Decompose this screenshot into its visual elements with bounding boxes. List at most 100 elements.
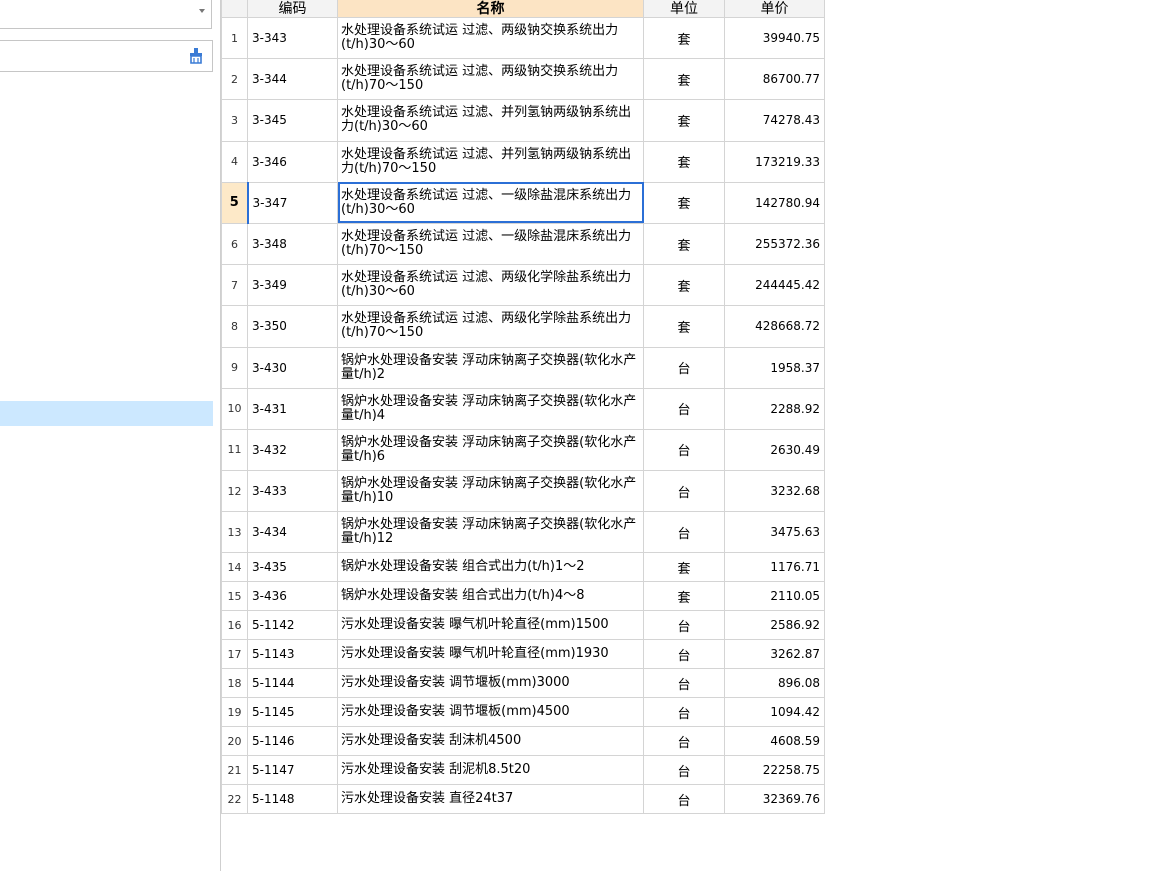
- table-row[interactable]: 6 3-348 水处理设备系统试运 过滤、一级除盐混床系统出力(t/h)70～150…: [221, 222, 825, 266]
- row-price[interactable]: 3232.68: [724, 470, 825, 513]
- table-row[interactable]: 3 3-345 水处理设备系统试运 过滤、并列氢钠两级钠系统出力(t/h)30～60…: [221, 99, 825, 142]
- row-name[interactable]: 水处理设备系统试运 过滤、并列氢钠两级钠系统出力(t/h)70～150: [337, 140, 644, 183]
- row-unit[interactable]: 台: [643, 428, 725, 472]
- table-row[interactable]: 5 3-347 水处理设备系统试运 过滤、一级除盐混床系统出力(t/h)30～60 套…: [221, 181, 825, 224]
- row-price[interactable]: 428668.72: [724, 305, 825, 348]
- row-price[interactable]: 1094.42: [724, 697, 825, 728]
- row-price[interactable]: 1176.71: [724, 552, 825, 583]
- row-unit[interactable]: 台: [643, 697, 725, 728]
- row-unit[interactable]: 套: [643, 16, 725, 60]
- row-price[interactable]: 255372.36: [724, 222, 825, 266]
- row-name[interactable]: 锅炉水处理设备安装 浮动床钠离子交换器(软化水产量t/h)10: [337, 470, 644, 513]
- row-unit[interactable]: 套: [643, 264, 725, 307]
- row-price[interactable]: 2110.05: [724, 581, 825, 612]
- table-row[interactable]: 10 3-431 锅炉水处理设备安装 浮动床钠离子交换器(软化水产量t/h)4 台 22…: [221, 387, 825, 430]
- row-code[interactable]: 3-346: [247, 140, 338, 183]
- row-code[interactable]: 3-436: [247, 581, 338, 612]
- row-name[interactable]: 污水处理设备安装 曝气机叶轮直径(mm)1930: [337, 639, 644, 670]
- row-code[interactable]: 5-1143: [247, 639, 338, 670]
- row-unit[interactable]: 台: [643, 610, 725, 641]
- row-unit[interactable]: 台: [643, 387, 725, 430]
- row-code[interactable]: 3-431: [247, 387, 338, 430]
- row-name[interactable]: 水处理设备系统试运 过滤、一级除盐混床系统出力(t/h)70～150: [337, 222, 644, 266]
- row-price[interactable]: 896.08: [724, 668, 825, 699]
- row-unit[interactable]: 台: [643, 511, 725, 554]
- table-row[interactable]: 18 5-1144 污水处理设备安装 调节堰板(mm)3000 台 896.08: [221, 668, 825, 699]
- row-unit[interactable]: 套: [643, 99, 725, 142]
- row-unit[interactable]: 套: [643, 181, 725, 224]
- table-row[interactable]: 13 3-434 锅炉水处理设备安装 浮动床钠离子交换器(软化水产量t/h)12 台 3…: [221, 511, 825, 554]
- row-name[interactable]: 水处理设备系统试运 过滤、并列氢钠两级钠系统出力(t/h)30～60: [337, 99, 644, 142]
- row-name[interactable]: 锅炉水处理设备安装 浮动床钠离子交换器(软化水产量t/h)2: [337, 346, 644, 389]
- table-row[interactable]: 19 5-1145 污水处理设备安装 调节堰板(mm)4500 台 1094.42: [221, 697, 825, 728]
- tree-item-selected[interactable]: [0, 401, 213, 426]
- row-code[interactable]: 3-433: [247, 470, 338, 513]
- header-price[interactable]: 单价: [724, 0, 825, 18]
- table-row[interactable]: 1 3-343 水处理设备系统试运 过滤、两级钠交换系统出力(t/h)30～60 套 3…: [221, 16, 825, 60]
- row-price[interactable]: 2630.49: [724, 428, 825, 472]
- row-name[interactable]: 锅炉水处理设备安装 浮动床钠离子交换器(软化水产量t/h)6: [337, 428, 644, 472]
- row-code[interactable]: 3-435: [247, 552, 338, 583]
- row-name[interactable]: 水处理设备系统试运 过滤、两级钠交换系统出力(t/h)70～150: [337, 58, 644, 101]
- row-unit[interactable]: 台: [643, 755, 725, 786]
- row-code[interactable]: 5-1148: [247, 784, 338, 815]
- row-code[interactable]: 3-347: [246, 181, 338, 224]
- row-unit[interactable]: 套: [643, 552, 725, 583]
- table-row[interactable]: 16 5-1142 污水处理设备安装 曝气机叶轮直径(mm)1500 台 2586.92: [221, 610, 825, 641]
- table-row[interactable]: 22 5-1148 污水处理设备安装 直径24t37 台 32369.76: [221, 784, 825, 815]
- clear-search-button[interactable]: [188, 47, 204, 65]
- row-unit[interactable]: 台: [643, 639, 725, 670]
- row-unit[interactable]: 套: [643, 581, 725, 612]
- table-row[interactable]: 12 3-433 锅炉水处理设备安装 浮动床钠离子交换器(软化水产量t/h)10 台 3…: [221, 470, 825, 513]
- row-price[interactable]: 39940.75: [724, 16, 825, 60]
- row-price[interactable]: 86700.77: [724, 58, 825, 101]
- row-price[interactable]: 4608.59: [724, 726, 825, 757]
- row-name[interactable]: 水处理设备系统试运 过滤、一级除盐混床系统出力(t/h)30～60: [337, 181, 644, 224]
- row-price[interactable]: 3262.87: [724, 639, 825, 670]
- table-row[interactable]: 4 3-346 水处理设备系统试运 过滤、并列氢钠两级钠系统出力(t/h)70～15…: [221, 140, 825, 183]
- table-row[interactable]: 2 3-344 水处理设备系统试运 过滤、两级钠交换系统出力(t/h)70～150 套…: [221, 58, 825, 101]
- row-name[interactable]: 污水处理设备安装 直径24t37: [337, 784, 644, 815]
- row-code[interactable]: 3-432: [247, 428, 338, 472]
- row-code[interactable]: 5-1145: [247, 697, 338, 728]
- row-price[interactable]: 1958.37: [724, 346, 825, 389]
- row-name[interactable]: 污水处理设备安装 刮沫机4500: [337, 726, 644, 757]
- filter-dropdown[interactable]: [0, 0, 212, 29]
- row-unit[interactable]: 套: [643, 222, 725, 266]
- row-code[interactable]: 5-1147: [247, 755, 338, 786]
- row-name[interactable]: 锅炉水处理设备安装 组合式出力(t/h)4～8: [337, 581, 644, 612]
- table-row[interactable]: 21 5-1147 污水处理设备安装 刮泥机8.5t20 台 22258.75: [221, 755, 825, 786]
- row-code[interactable]: 3-349: [247, 264, 338, 307]
- row-name[interactable]: 锅炉水处理设备安装 组合式出力(t/h)1～2: [337, 552, 644, 583]
- row-name[interactable]: 水处理设备系统试运 过滤、两级化学除盐系统出力(t/h)70～150: [337, 305, 644, 348]
- row-code[interactable]: 3-350: [247, 305, 338, 348]
- row-name[interactable]: 污水处理设备安装 刮泥机8.5t20: [337, 755, 644, 786]
- row-unit[interactable]: 台: [643, 346, 725, 389]
- row-name[interactable]: 污水处理设备安装 曝气机叶轮直径(mm)1500: [337, 610, 644, 641]
- row-unit[interactable]: 套: [643, 58, 725, 101]
- row-code[interactable]: 3-343: [247, 16, 338, 60]
- row-code[interactable]: 3-345: [247, 99, 338, 142]
- row-name[interactable]: 水处理设备系统试运 过滤、两级钠交换系统出力(t/h)30～60: [337, 16, 644, 60]
- row-price[interactable]: 22258.75: [724, 755, 825, 786]
- row-code[interactable]: 3-344: [247, 58, 338, 101]
- table-row[interactable]: 14 3-435 锅炉水处理设备安装 组合式出力(t/h)1～2 套 1176.71: [221, 552, 825, 583]
- table-row[interactable]: 15 3-436 锅炉水处理设备安装 组合式出力(t/h)4～8 套 2110.05: [221, 581, 825, 612]
- row-code[interactable]: 5-1144: [247, 668, 338, 699]
- row-unit[interactable]: 台: [643, 726, 725, 757]
- row-name[interactable]: 锅炉水处理设备安装 浮动床钠离子交换器(软化水产量t/h)12: [337, 511, 644, 554]
- row-price[interactable]: 173219.33: [724, 140, 825, 183]
- search-input[interactable]: [0, 40, 213, 72]
- row-price[interactable]: 244445.42: [724, 264, 825, 307]
- chevron-down-icon[interactable]: [199, 9, 205, 13]
- row-code[interactable]: 3-348: [247, 222, 338, 266]
- row-code[interactable]: 5-1142: [247, 610, 338, 641]
- row-name[interactable]: 水处理设备系统试运 过滤、两级化学除盐系统出力(t/h)30～60: [337, 264, 644, 307]
- table-row[interactable]: 8 3-350 水处理设备系统试运 过滤、两级化学除盐系统出力(t/h)70～150…: [221, 305, 825, 348]
- row-name[interactable]: 污水处理设备安装 调节堰板(mm)4500: [337, 697, 644, 728]
- row-price[interactable]: 2586.92: [724, 610, 825, 641]
- row-code[interactable]: 3-430: [247, 346, 338, 389]
- table-row[interactable]: 20 5-1146 污水处理设备安装 刮沫机4500 台 4608.59: [221, 726, 825, 757]
- row-unit[interactable]: 套: [643, 305, 725, 348]
- row-code[interactable]: 5-1146: [247, 726, 338, 757]
